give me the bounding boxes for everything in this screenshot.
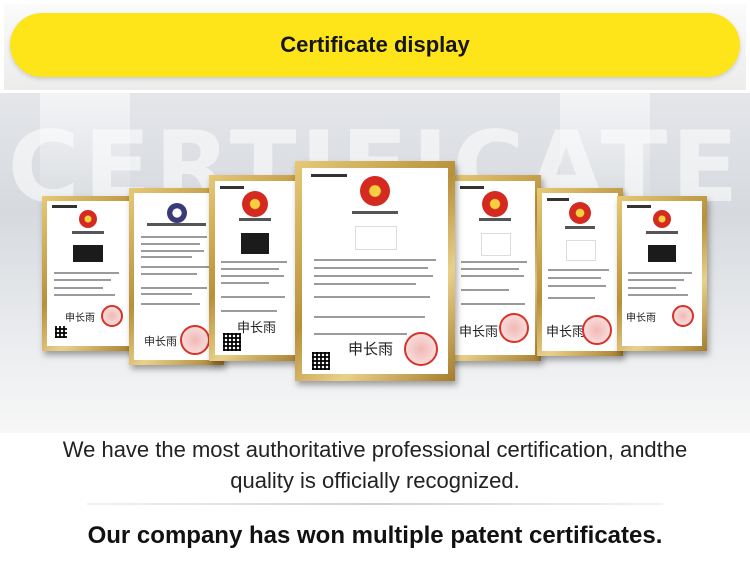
official-seal — [499, 313, 529, 343]
page-title: Certificate display — [280, 32, 470, 57]
national-emblem-icon — [79, 209, 97, 228]
signature: 申长雨 — [626, 313, 656, 324]
caption-line-2: quality is officially recognized. — [230, 468, 520, 493]
certificate-frame: 申长雨 — [449, 175, 541, 361]
certificate-paper: 申长雨 — [302, 168, 448, 374]
certificate-paper: 申长雨 — [542, 193, 618, 351]
signature: 申长雨 — [348, 340, 394, 358]
official-seal — [582, 315, 612, 345]
certificate-frame: 申长雨 — [209, 175, 301, 361]
certificate-paper: 申长雨 — [455, 181, 535, 355]
title-pill: Certificate display — [10, 13, 740, 77]
certificate-frame: 申长雨 — [537, 188, 623, 356]
patent-emblem-icon — [166, 203, 187, 224]
divider — [87, 503, 663, 505]
light-beam — [40, 93, 130, 213]
qr-code — [55, 326, 67, 338]
official-seal — [672, 305, 694, 327]
certificate-frame: 申长雨 — [617, 196, 707, 351]
caption-certification: We have the most authoritative professio… — [0, 434, 750, 496]
national-emblem-icon — [653, 209, 671, 228]
certificate-paper: 申长雨 — [134, 193, 219, 360]
national-emblem-icon — [242, 191, 268, 218]
qr-code — [223, 333, 241, 351]
header-banner: Certificate display — [4, 4, 746, 90]
official-seal — [404, 332, 438, 366]
signature: 申长雨 — [237, 321, 277, 336]
signature: 申长雨 — [459, 325, 499, 340]
signature: 申长雨 — [144, 335, 177, 348]
national-emblem-icon — [482, 191, 508, 218]
national-emblem-icon — [569, 202, 591, 225]
signature: 申长雨 — [65, 313, 95, 324]
certificate-paper: 申长雨 — [622, 201, 702, 346]
national-emblem-icon — [360, 176, 390, 207]
signature: 申长雨 — [546, 325, 586, 340]
certificate-frame-main: 申长雨 — [295, 161, 455, 381]
certificate-showcase: CERTIFICATE 申长雨 — [0, 93, 750, 433]
certificate-frame: 申长雨 — [42, 196, 134, 351]
certificate-paper: 申长雨 — [47, 201, 129, 346]
qr-code — [312, 352, 330, 370]
caption-patents: Our company has won multiple patent cert… — [87, 522, 663, 549]
official-seal — [101, 305, 123, 327]
caption-line-1: We have the most authoritative professio… — [62, 437, 688, 462]
official-seal — [180, 325, 210, 355]
certificate-paper: 申长雨 — [215, 181, 295, 355]
